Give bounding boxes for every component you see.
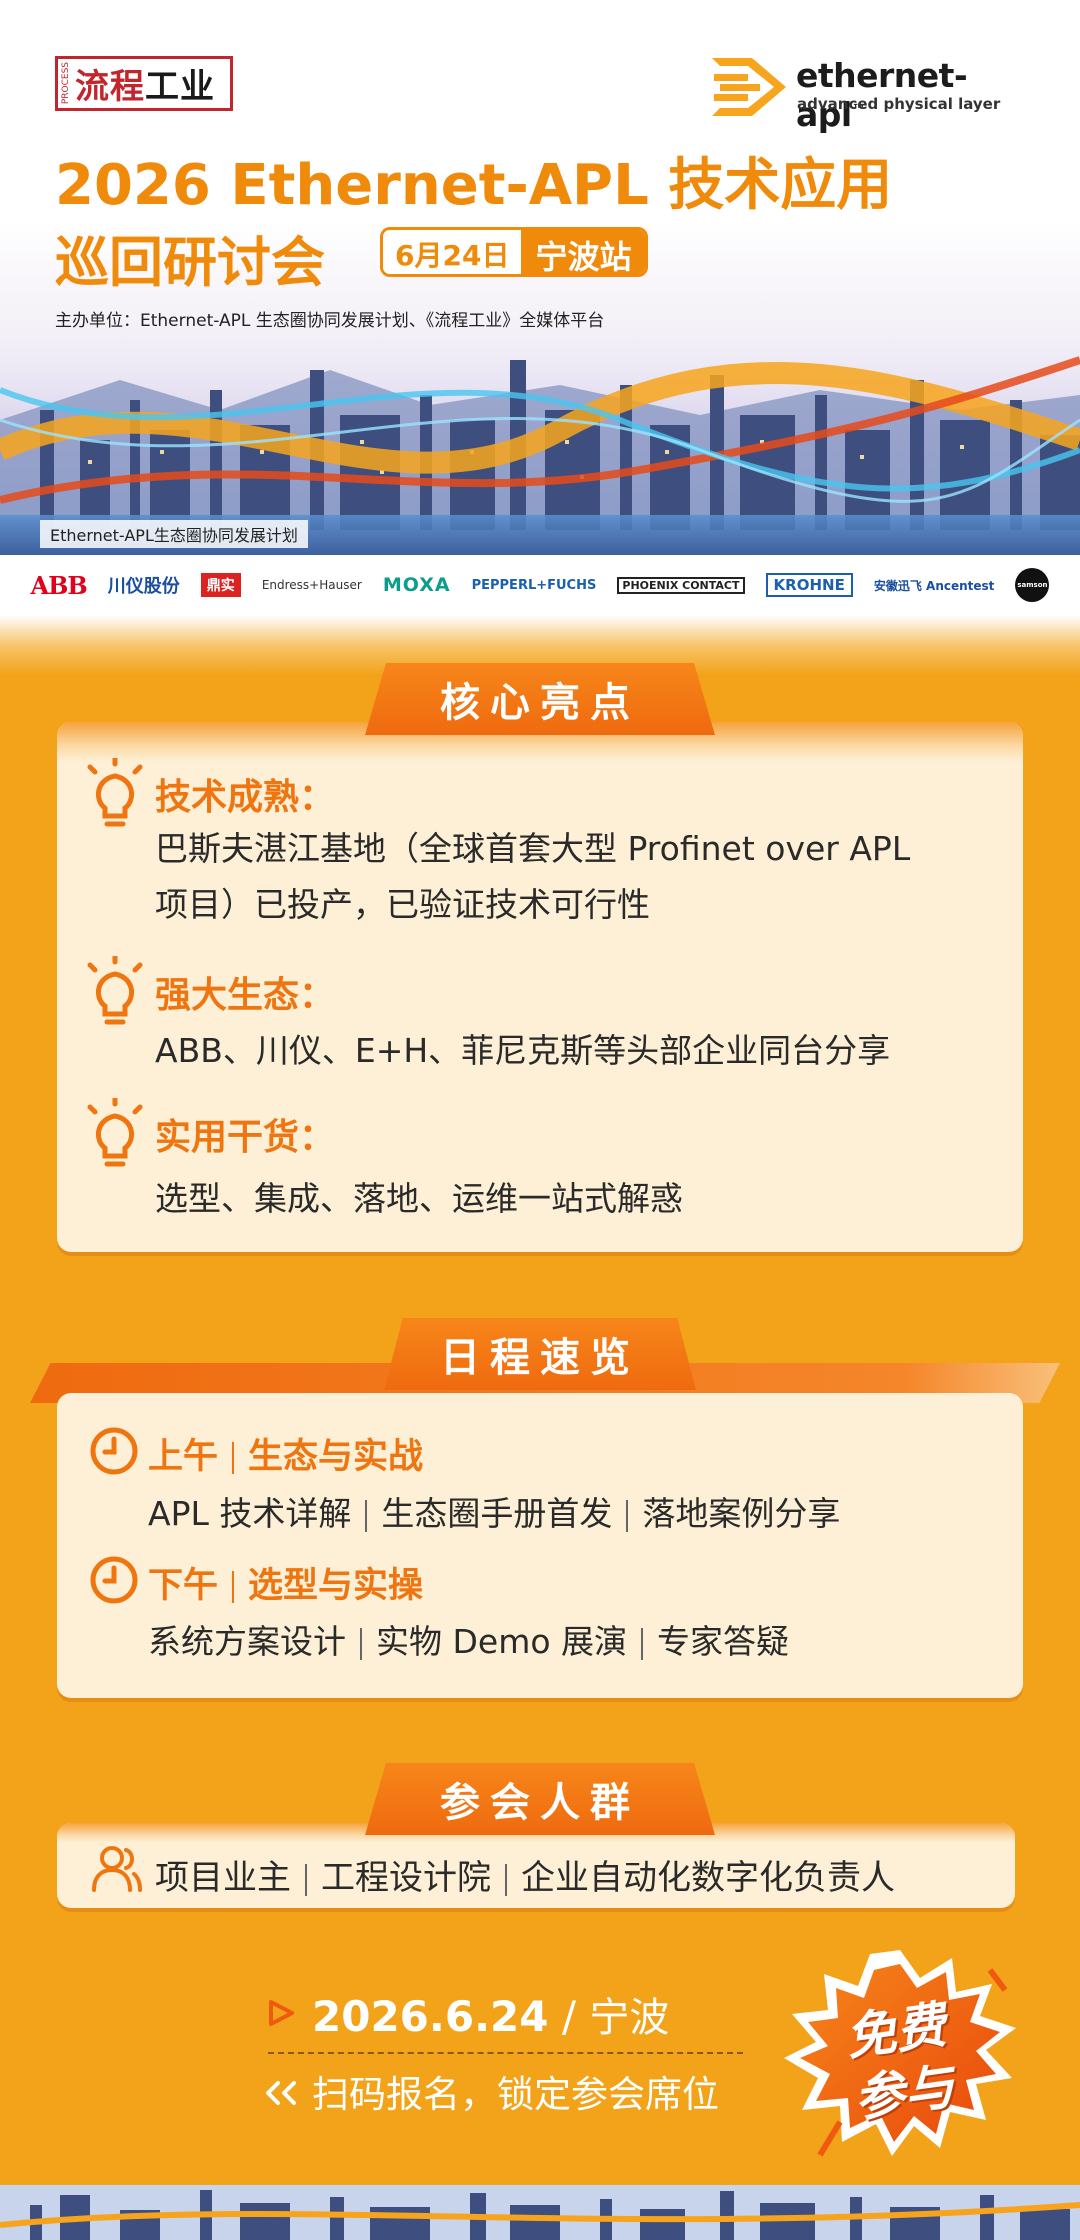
apl-arrow-icon (712, 58, 786, 116)
partner-logo-ancentest: 安徽迅飞 Ancentest (873, 578, 995, 593)
session-theme: 生态与实战 (248, 1437, 424, 1477)
session-period: 上午 (148, 1437, 219, 1477)
highlight-text: 选型、集成、落地、运维一站式解惑 (155, 1179, 683, 1218)
schedule-session-afternoon: 下午 选型与实操 (148, 1557, 423, 1608)
highlight-title: 技术成熟： (155, 777, 336, 818)
partner-logo-dingshi: 鼎实 (200, 573, 241, 597)
highlight-title: 强大生态： (155, 975, 336, 1016)
industrial-skyline-image (0, 300, 1080, 555)
highlight-text: 巴斯夫湛江基地（全球首套大型 Profinet over APL (155, 829, 911, 868)
lightbulb-icon (87, 956, 143, 1025)
partner-logo-moxa: MOXA (382, 574, 451, 596)
partner-logo-krohne: KROHNE (765, 573, 853, 597)
session-theme: 选型与实操 (248, 1566, 424, 1606)
free-badge-text: 免费 参与 (842, 1995, 958, 2129)
partner-logo-phoenix-contact: PHOENIX CONTACT (617, 576, 745, 594)
lightbulb-icon (87, 758, 143, 827)
poster-header: PROCESS 流程工业 ethernet-apl™ advanced phys… (0, 0, 1080, 555)
schedule-session-morning: 上午 生态与实战 (148, 1428, 423, 1479)
ethernet-apl-logo: ethernet-apl™ advanced physical layer (710, 52, 1030, 134)
event-date-location: 2026.6.24 / 宁波 (312, 1992, 670, 2041)
schedule-topics-afternoon: 系统方案设计 实物 Demo 展演 专家答疑 (148, 1622, 790, 1661)
program-tag: Ethernet-APL生态圈协同发展计划 (40, 520, 308, 548)
partner-logo-pepperl-fuchs: PEPPERL+FUCHS (471, 577, 597, 593)
highlight-text: 项目）已投产，已验证技术可行性 (155, 885, 650, 924)
bottom-skyline-strip (0, 2185, 1080, 2240)
audience-groups: 项目业主 工程设计院 企业自动化数字化负责人 (155, 1858, 895, 1898)
partner-logo-endress-hauser: Endress+Hauser (261, 578, 362, 592)
clock-icon (90, 1556, 138, 1604)
divider (268, 2052, 743, 2054)
session-period: 下午 (148, 1566, 219, 1606)
event-title-line2: 巡回研讨会 (55, 231, 325, 294)
audience-section-title: 参会人群 (365, 1763, 715, 1835)
partner-logo-abb: ABB (30, 570, 88, 600)
register-cta[interactable]: 扫码报名，锁定参会席位 (312, 2064, 719, 2118)
play-triangle-icon (269, 2000, 294, 2026)
liucheng-gongye-logo: PROCESS 流程工业 (55, 56, 233, 111)
highlight-title: 实用干货： (155, 1117, 336, 1158)
organizers-text: 主办单位：Ethernet-APL 生态圈协同发展计划、《流程工业》全媒体平台 (55, 311, 605, 331)
schedule-topics-morning: APL 技术详解 生态圈手册首发 落地案例分享 (148, 1494, 841, 1533)
schedule-section-title: 日程速览 (384, 1318, 696, 1390)
partner-logo-chuanyi: 川仪股份 (107, 576, 180, 597)
event-city-chip: 宁波站 (521, 230, 646, 274)
lightbulb-icon (87, 1098, 143, 1167)
chevrons-left-icon (266, 2081, 296, 2105)
event-date-chip: 6月24日 (383, 230, 522, 274)
person-icon (92, 1846, 142, 1892)
event-title-line1: 2026 Ethernet-APL 技术应用 (55, 153, 893, 218)
clock-icon (90, 1427, 138, 1475)
partner-logo-samson: samson (1015, 568, 1050, 602)
partner-logo-bar: ABB 川仪股份 鼎实 Endress+Hauser MOXA PEPPERL+… (0, 555, 1080, 615)
date-city-chip: 6月24日 宁波站 (380, 227, 649, 277)
highlights-section-title: 核心亮点 (365, 663, 715, 735)
highlight-text: ABB、川仪、E+H、菲尼克斯等头部企业同台分享 (155, 1031, 891, 1070)
